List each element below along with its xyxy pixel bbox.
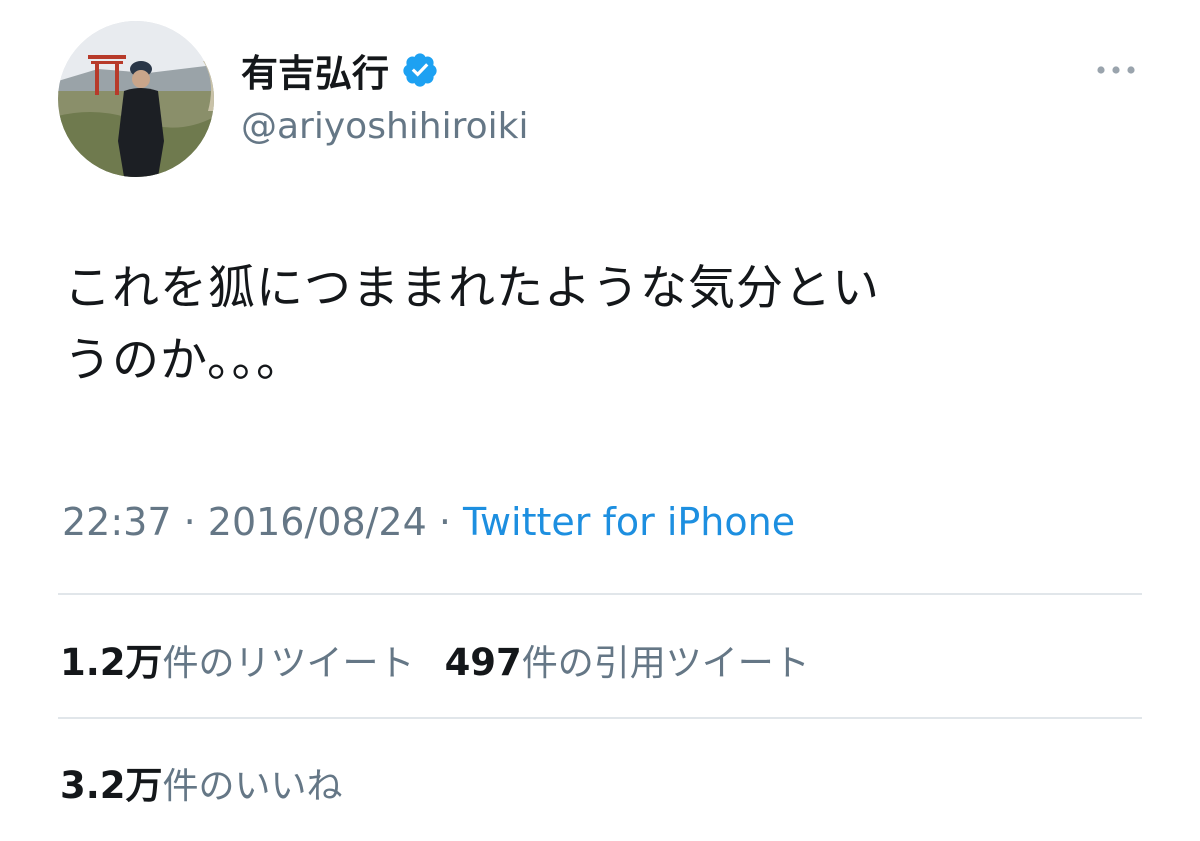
tweet-meta: 22:37 · 2016/08/24 · Twitter for iPhone bbox=[62, 500, 795, 544]
more-dots-icon[interactable] bbox=[1092, 52, 1140, 88]
quotes-label: 件の引用ツイート bbox=[521, 643, 810, 684]
name-row: 有吉弘行 bbox=[241, 44, 439, 96]
avatar-image bbox=[58, 21, 214, 177]
quotes-count: 497 bbox=[444, 641, 522, 684]
engagement-stats: 1.2万件のリツイート 497件の引用ツイート bbox=[60, 632, 810, 686]
tweet-date[interactable]: 2016/08/24 bbox=[208, 500, 427, 544]
meta-separator: · bbox=[426, 500, 464, 544]
avatar[interactable] bbox=[58, 21, 214, 177]
likes-stats: 3.2万件のいいね bbox=[60, 755, 343, 809]
user-handle[interactable]: @ariyoshihiroiki bbox=[241, 106, 528, 147]
tweet-text-line: うのか。。。 bbox=[64, 333, 305, 388]
meta-separator: · bbox=[171, 500, 208, 544]
retweets-stat[interactable]: 1.2万件のリツイート bbox=[60, 632, 415, 686]
tweet-source-link[interactable]: Twitter for iPhone bbox=[463, 500, 795, 544]
quotes-stat[interactable]: 497件の引用ツイート bbox=[445, 634, 810, 686]
likes-stat[interactable]: 3.2万件のいいね bbox=[60, 755, 343, 809]
divider bbox=[58, 593, 1142, 595]
divider bbox=[58, 717, 1142, 719]
display-name[interactable]: 有吉弘行 bbox=[241, 43, 389, 97]
tweet-time: 22:37 bbox=[62, 500, 172, 544]
retweets-label: 件のリツイート bbox=[162, 643, 415, 684]
tweet-text-line: これを狐につままれたような気分とい bbox=[64, 261, 880, 316]
retweets-count: 1.2万 bbox=[60, 641, 163, 684]
likes-count: 3.2万 bbox=[60, 764, 163, 807]
verified-badge-icon bbox=[401, 51, 439, 89]
likes-label: 件のいいね bbox=[162, 766, 343, 807]
tweet-text: これを狐につままれたような気分とい うのか。。。 bbox=[64, 253, 1144, 397]
